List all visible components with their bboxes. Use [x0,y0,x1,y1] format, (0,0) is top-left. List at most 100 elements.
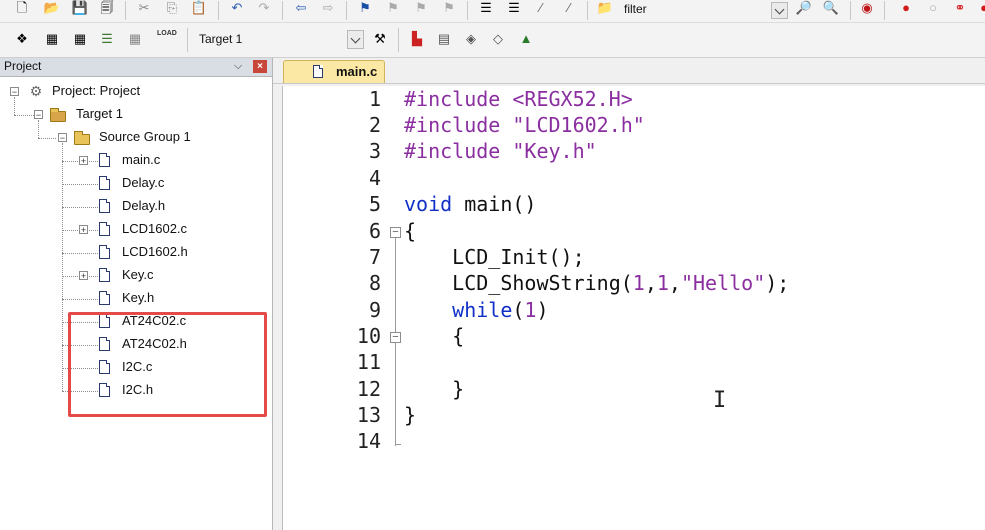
tree-file-key-c[interactable]: Key.c [122,267,154,282]
save-all-icon[interactable]: 🗐 [99,0,115,16]
translate-icon[interactable]: ❖ [14,31,30,47]
indent-icon[interactable]: ☰ [478,0,494,16]
copy-icon[interactable]: ⎘ [164,0,180,16]
expand-lcd1602-c-toggle[interactable]: + [79,225,88,235]
folder-open-icon [74,131,90,145]
find-icon[interactable]: 🔍 [823,0,839,16]
code-line-2: #include "LCD1602.h" [404,113,645,137]
collapse-project-toggle[interactable]: − [10,87,19,97]
batch-build-icon[interactable]: ☰ [99,31,115,47]
line-number: 10 [356,324,381,348]
code-line-13: } [404,403,417,427]
find-combo-value[interactable]: filter [624,2,647,16]
project-panel-header: Project ⌵ × [0,58,272,77]
line-number: 14 [356,429,381,453]
navigate-back-icon[interactable]: ⇦ [293,0,309,16]
find-combo-dropdown[interactable] [771,1,788,20]
download-load-label[interactable]: LOAD [157,30,177,37]
tree-file-main-c[interactable]: main.c [122,152,160,167]
debug-session-icon[interactable]: ◉ [859,0,875,16]
expand-key-c-toggle[interactable]: + [79,271,88,281]
tree-file-delay-c[interactable]: Delay.c [122,175,164,190]
collapse-group-toggle[interactable]: − [58,133,67,143]
file-icon [99,268,110,282]
project-panel-title: Project [4,59,42,73]
fold-marker-icon[interactable]: − [390,227,401,238]
save-icon[interactable]: 💾 [72,0,88,16]
find-in-files-icon[interactable]: 📁 [597,0,613,16]
code-line-5: void main() [404,192,537,216]
disable-breakpoint-icon[interactable]: ○ [925,0,941,16]
pin-icon[interactable]: ⌵ [234,60,242,73]
line-number: 9 [368,298,381,322]
line-number: 4 [368,166,381,190]
code-line-8: LCD_ShowString(1,1,"Hello"); [404,271,790,295]
undo-icon[interactable]: ↶ [229,0,245,16]
open-file-icon[interactable]: 📂 [44,0,60,16]
highlight-box [68,312,267,417]
build-toolbar: ❖ ▦ ▦ ☰ ▦ LOAD Target 1 ⚒ ▙ ▤ ◈ ◇ ▲ [0,23,985,58]
options-for-target-icon[interactable]: ⚒ [372,31,388,47]
disable-all-breakpoints-icon[interactable]: ⚭ [952,0,968,16]
select-packs-icon[interactable]: ▤ [436,31,452,47]
file-icon [99,199,110,213]
fold-marker-icon[interactable]: − [390,332,401,343]
file-icon [99,222,110,236]
code-line-7: LCD_Init(); [404,245,585,269]
manage-project-items-icon[interactable]: ▙ [409,31,425,47]
file-icon [99,153,110,167]
cut-icon[interactable]: ✂ [136,0,152,16]
chevron-down-icon [774,4,785,14]
line-number: 13 [356,403,381,427]
insert-bookmark-icon[interactable]: ⚑ [357,0,373,16]
comment-icon[interactable]: ⁄ [533,0,549,16]
line-number: 8 [368,271,381,295]
pack-installer-icon[interactable]: ◇ [490,31,506,47]
rebuild-icon[interactable]: ▦ [72,31,88,47]
prev-bookmark-icon[interactable]: ⚑ [385,0,401,16]
software-packs-icon[interactable]: ▲ [518,31,534,47]
code-view[interactable]: 1 2 3 4 5 6 7 8 9 10 11 12 13 14 − − #in… [282,86,985,530]
manage-rte-icon[interactable]: ◈ [463,31,479,47]
navigate-forward-icon[interactable]: ⇨ [320,0,336,16]
unindent-icon[interactable]: ☰ [506,0,522,16]
line-number: 7 [368,245,381,269]
kill-breakpoints-icon[interactable]: ● [976,0,985,16]
close-icon[interactable]: × [253,60,267,73]
code-line-9: while(1) [404,298,549,322]
code-line-12: } [404,377,465,401]
insert-breakpoint-icon[interactable]: ● [898,0,914,16]
project-icon: ⚙ [29,83,43,99]
uncomment-icon[interactable]: ⁄ [561,0,577,16]
new-file-icon[interactable]: 🗋 [14,0,30,16]
expand-main-c-toggle[interactable]: + [79,156,88,166]
editor-tab-bar: main.c [273,58,985,84]
file-icon [99,245,110,259]
tree-source-group[interactable]: Source Group 1 [99,129,191,144]
redo-icon[interactable]: ↷ [256,0,272,16]
editor-area: main.c 1 2 3 4 5 6 7 8 9 10 11 12 13 14 … [273,58,985,530]
tree-root-project[interactable]: Project: Project [52,83,140,98]
tree-target[interactable]: Target 1 [76,106,123,121]
tab-label: main.c [336,64,378,79]
tree-file-delay-h[interactable]: Delay.h [122,198,165,213]
build-icon[interactable]: ▦ [44,31,60,47]
code-line-3: #include "Key.h" [404,139,597,163]
collapse-target-toggle[interactable]: − [34,110,43,120]
line-number: 12 [356,377,381,401]
project-panel: Project ⌵ × − ⚙ Project: Project − Targe… [0,58,273,530]
line-number: 3 [368,139,381,163]
paste-icon[interactable]: 📋 [191,0,207,16]
text-cursor-icon: I [713,388,727,413]
clear-bookmarks-icon[interactable]: ⚑ [441,0,457,16]
tab-main-c[interactable]: main.c [283,60,385,83]
tree-file-key-h[interactable]: Key.h [122,290,154,305]
next-bookmark-icon[interactable]: ⚑ [413,0,429,16]
target-select[interactable]: Target 1 [194,29,364,50]
tree-file-lcd1602-c[interactable]: LCD1602.c [122,221,187,236]
stop-build-icon[interactable]: ▦ [127,31,143,47]
incremental-find-icon[interactable]: 🔎 [796,0,812,16]
line-number: 5 [368,192,381,216]
tree-file-lcd1602-h[interactable]: LCD1602.h [122,244,188,259]
main-toolbar: 🗋 📂 💾 🗐 ✂ ⎘ 📋 ↶ ↷ ⇦ ⇨ ⚑ ⚑ ⚑ ⚑ ☰ ☰ ⁄ ⁄ 📁 … [0,0,985,23]
